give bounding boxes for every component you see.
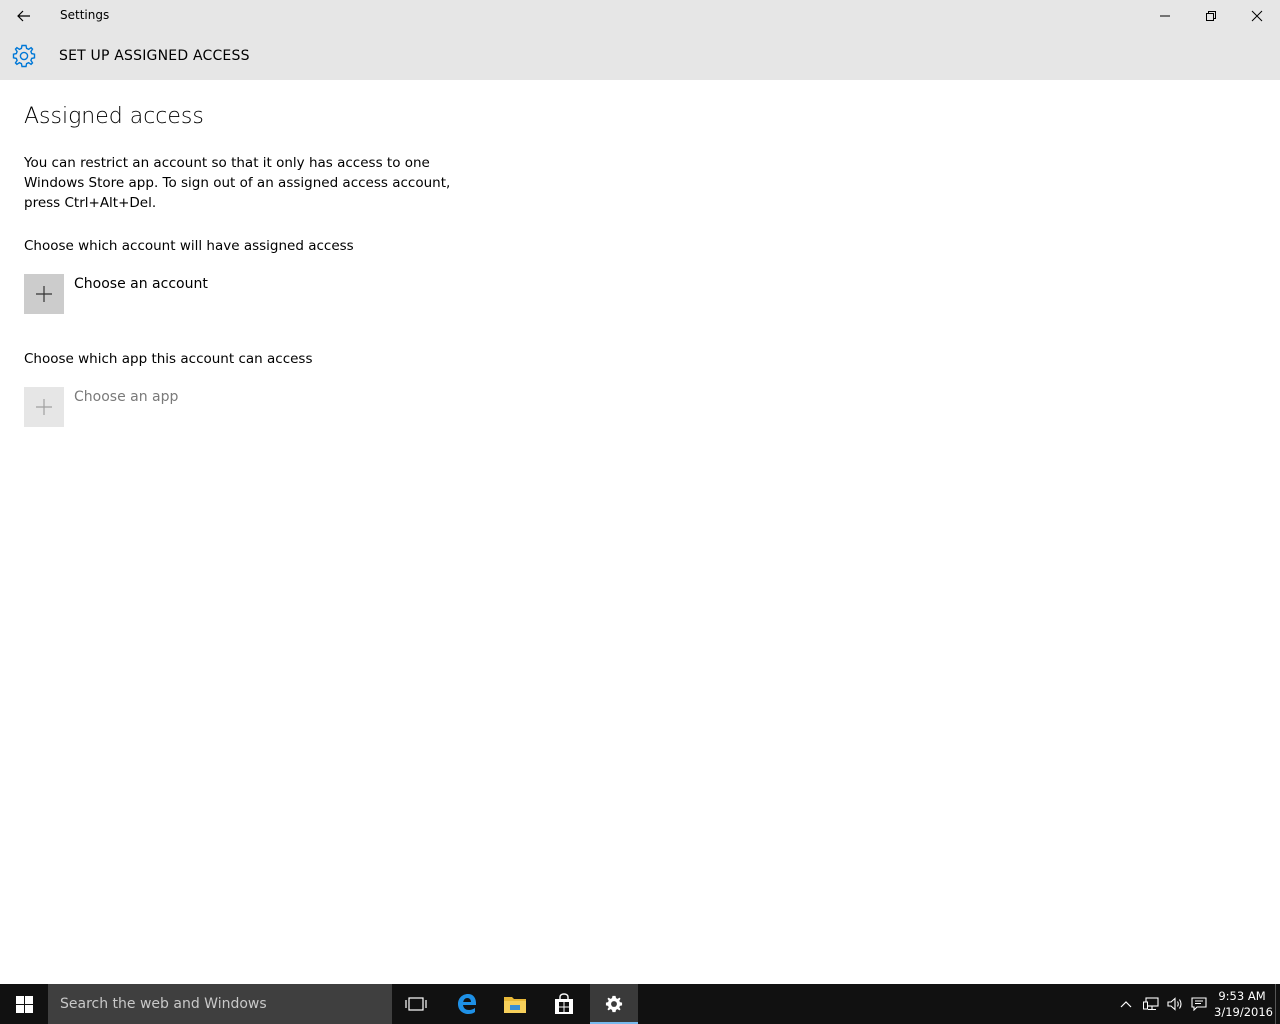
network-button[interactable]: [1140, 984, 1162, 1024]
close-button[interactable]: [1234, 0, 1280, 32]
minimize-button[interactable]: [1142, 0, 1188, 32]
page-title: SET UP ASSIGNED ACCESS: [59, 48, 250, 64]
back-arrow-icon: [17, 10, 30, 22]
taskbar-clock[interactable]: 9:53 AM 3/19/2016: [1214, 988, 1273, 1020]
app-section-label: Choose which app this account can access: [24, 351, 313, 367]
choose-account-button[interactable]: Choose an account: [24, 274, 208, 314]
store-button[interactable]: [540, 984, 588, 1024]
plus-icon: [36, 399, 52, 415]
restore-button[interactable]: [1188, 0, 1234, 32]
chevron-up-icon: [1120, 1001, 1132, 1008]
task-view-button[interactable]: [392, 984, 440, 1024]
taskbar-search-box[interactable]: Search the web and Windows: [48, 984, 392, 1024]
restore-icon: [1206, 11, 1216, 21]
account-section-label: Choose which account will have assigned …: [24, 238, 354, 254]
title-bar: Settings: [0, 0, 1280, 32]
show-hidden-icons-button[interactable]: [1116, 984, 1136, 1024]
window-title: Settings: [60, 8, 110, 22]
speaker-icon: [1167, 997, 1182, 1011]
plus-icon: [36, 286, 52, 302]
edge-button[interactable]: [443, 984, 491, 1024]
network-icon: [1143, 997, 1159, 1011]
gear-icon: [605, 995, 623, 1013]
add-app-tile[interactable]: [24, 387, 64, 427]
search-placeholder: Search the web and Windows: [60, 996, 267, 1012]
clock-date: 3/19/2016: [1214, 1005, 1273, 1019]
task-view-icon: [405, 997, 427, 1011]
folder-icon: [504, 997, 526, 1013]
section-heading: Assigned access: [24, 104, 204, 129]
description-text: You can restrict an account so that it o…: [24, 155, 451, 211]
windows-logo-icon: [15, 995, 33, 1013]
page-header: SET UP ASSIGNED ACCESS: [0, 32, 1280, 80]
edge-browser-icon: [458, 994, 477, 1014]
close-icon: [1251, 10, 1263, 22]
gear-icon: [12, 44, 36, 68]
minimize-icon: [1160, 15, 1170, 17]
choose-app-label: Choose an app: [74, 389, 179, 405]
notification-icon: [1191, 997, 1207, 1011]
action-center-button[interactable]: [1188, 984, 1210, 1024]
store-bag-icon: [555, 993, 573, 1014]
settings-taskbar-button[interactable]: [590, 984, 638, 1024]
back-button[interactable]: [8, 0, 40, 32]
choose-account-label: Choose an account: [74, 276, 208, 292]
choose-app-button[interactable]: Choose an app: [24, 387, 178, 427]
start-button[interactable]: [0, 984, 48, 1024]
add-account-tile[interactable]: [24, 274, 64, 314]
taskbar: Search the web and Windows 9:53 AM 3/19/…: [0, 984, 1280, 1024]
file-explorer-button[interactable]: [491, 984, 539, 1024]
show-desktop-button[interactable]: [1275, 984, 1280, 1024]
volume-button[interactable]: [1164, 984, 1186, 1024]
clock-time: 9:53 AM: [1218, 989, 1266, 1003]
